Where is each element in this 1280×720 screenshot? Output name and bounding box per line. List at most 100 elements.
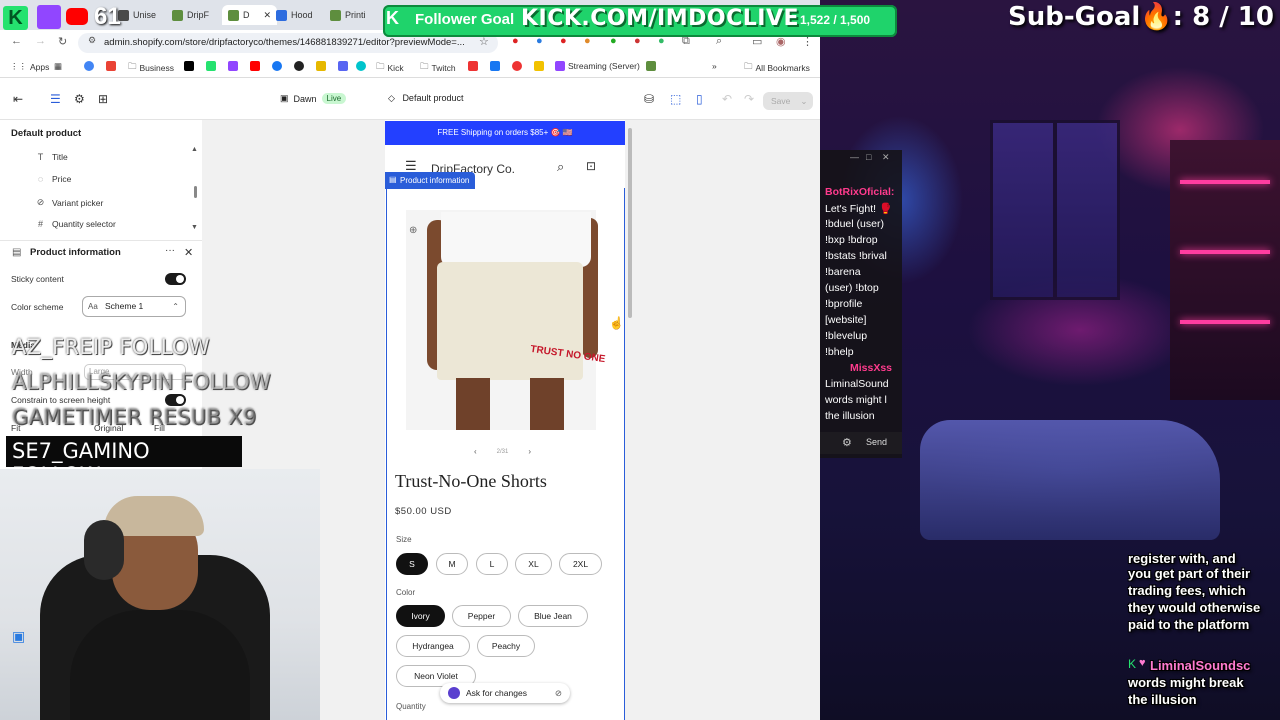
sections-icon[interactable]: ☰	[50, 92, 61, 106]
color-scheme-select[interactable]: Scheme 1	[82, 296, 186, 317]
bookmark-kick[interactable]	[206, 61, 216, 71]
undo-icon[interactable]: ↶	[722, 92, 732, 106]
browser-tab[interactable]: Unise	[118, 5, 156, 25]
block-title[interactable]: T Title	[36, 152, 68, 162]
price-tag-icon: ◌	[37, 174, 44, 184]
inspector-icon[interactable]: ⬚	[670, 92, 681, 106]
color-option-pepper[interactable]: Pepper	[452, 605, 511, 627]
color-option-blue-jean[interactable]: Blue Jean	[518, 605, 588, 627]
save-button[interactable]: Save ⌄	[763, 92, 813, 110]
theme-name[interactable]: ▣ Dawn Live	[280, 93, 347, 104]
bookmark-facebook[interactable]	[272, 61, 282, 71]
site-info-icon[interactable]: ⚙	[88, 35, 96, 46]
bookmark-discord[interactable]	[338, 61, 348, 71]
bookmark-folder-business[interactable]: 🗀 Business	[128, 61, 174, 75]
color-option-hydrangea[interactable]: Hydrangea	[396, 635, 470, 657]
browser-tab[interactable]: DripF	[172, 5, 209, 25]
bookmark-youtube[interactable]	[250, 61, 260, 71]
redo-icon[interactable]: ↷	[744, 92, 754, 106]
bookmark-threads[interactable]	[294, 61, 304, 71]
cart-icon[interactable]: ⊡	[586, 159, 596, 173]
folder-icon: 🗀	[376, 61, 385, 71]
scroll-down-icon[interactable]: ▼	[191, 224, 198, 231]
selected-section-label[interactable]: Product information	[385, 172, 476, 189]
bookmark-icon-b[interactable]	[490, 61, 500, 71]
bookmark-canva[interactable]	[356, 61, 366, 71]
mobile-preview-icon[interactable]: ▯	[696, 92, 703, 106]
announcement-bar[interactable]: FREE Shipping on orders $85+ 🎯 🇺🇸	[385, 121, 625, 145]
bookmark-icon-a[interactable]	[468, 61, 478, 71]
minimize-icon[interactable]: —	[850, 152, 859, 162]
block-quantity-selector[interactable]: # Quantity selector	[36, 219, 116, 229]
save-label: Save	[771, 96, 791, 106]
gear-icon[interactable]: ⚙	[842, 436, 852, 449]
x-icon	[184, 61, 194, 71]
database-icon[interactable]: ⛁	[644, 92, 654, 106]
size-option-xl[interactable]: XL	[515, 553, 552, 575]
reload-icon[interactable]: ↻	[58, 35, 67, 48]
bookmark-all[interactable]: 🗀 All Bookmarks	[744, 61, 810, 75]
bookmark-folder-twitch[interactable]: 🗀 Twitch	[420, 61, 456, 75]
ask-for-changes-button[interactable]: Ask for changes ⊘	[440, 683, 570, 703]
bookmark-gmail[interactable]	[106, 61, 116, 71]
block-variant-picker[interactable]: ⊘ Variant picker	[36, 197, 104, 208]
follow-alert: AZ_FREIP FOLLOW	[12, 335, 210, 359]
shopify-icon	[228, 9, 239, 21]
maximize-icon[interactable]: □	[866, 152, 871, 162]
search-icon[interactable]: ⌕	[557, 159, 564, 175]
preview-scrollbar[interactable]	[628, 128, 632, 318]
sticky-content-toggle[interactable]	[165, 273, 186, 285]
zoom-icon[interactable]: ⊕	[409, 225, 417, 236]
bookmark-apps[interactable]: ⋮⋮ Apps	[10, 61, 49, 72]
previous-image-icon[interactable]: ‹	[474, 447, 477, 456]
background-shelf	[1170, 140, 1280, 400]
close-icon[interactable]: ✕	[184, 246, 193, 259]
sidebar-scrollbar[interactable]	[194, 186, 197, 198]
browser-tab-active[interactable]: D ✕	[222, 5, 278, 25]
color-option-peachy[interactable]: Peachy	[477, 635, 535, 657]
theme-settings-icon[interactable]: ⚙	[74, 92, 85, 106]
tts-caption: they would otherwise	[1128, 600, 1261, 615]
size-option-2xl[interactable]: 2XL	[559, 553, 602, 575]
bookmark-twitch[interactable]	[228, 61, 238, 71]
block-label: Quantity selector	[52, 219, 116, 229]
follower-goal-progress: 1,522 / 1,500	[800, 13, 871, 27]
bookmark-icon-c[interactable]	[512, 61, 522, 71]
app-embeds-icon[interactable]: ⊞	[98, 92, 108, 106]
close-icon[interactable]: ✕	[882, 152, 890, 163]
next-image-icon[interactable]: ›	[528, 447, 531, 456]
bookmark-gemini[interactable]	[316, 61, 326, 71]
more-options-icon[interactable]: ···	[165, 245, 175, 256]
browser-tab[interactable]: Hood	[276, 5, 313, 25]
bookmark-google[interactable]	[84, 61, 94, 71]
forward-icon[interactable]: →	[35, 35, 46, 47]
canva-icon	[356, 61, 366, 71]
back-icon[interactable]: ←	[11, 35, 22, 47]
bookmark-label: Streaming (Server)	[568, 61, 640, 71]
exit-icon[interactable]: ⇤	[13, 92, 23, 106]
bookmark-folder-kick[interactable]: 🗀 Kick	[376, 61, 404, 75]
color-option-ivory[interactable]: Ivory	[396, 605, 445, 627]
chat-message: words might l	[825, 394, 887, 406]
chat-send-button[interactable]: Send	[866, 437, 887, 447]
size-option-m[interactable]: M	[436, 553, 468, 575]
chat-message: !barena	[825, 266, 861, 278]
bookmarks-overflow[interactable]: »	[712, 61, 717, 71]
size-option-l[interactable]: L	[476, 553, 508, 575]
size-option-s[interactable]: S	[396, 553, 428, 575]
close-tab-icon[interactable]: ✕	[264, 10, 272, 21]
bookmarks-bar: ⋮⋮ Apps ▦ 🗀 Business 🗀 Kick 🗀 Twitch Streami…	[0, 56, 820, 78]
browser-tab[interactable]: Printi	[330, 5, 366, 25]
bookmark-grid[interactable]: ▦	[54, 61, 62, 72]
chat-username: MissXss	[850, 362, 893, 374]
hide-icon[interactable]: ⊘	[555, 688, 562, 699]
bookmark-streaming-server[interactable]: Streaming (Server)	[555, 61, 640, 71]
bookmark-icon-e[interactable]	[646, 61, 656, 71]
chat-username: BotRixOficial:	[825, 186, 895, 198]
scroll-up-icon[interactable]: ▲	[191, 146, 198, 153]
chat-message: Let's Fight! 🥊	[825, 203, 893, 215]
template-selector[interactable]: ◇ Default product	[388, 93, 463, 104]
block-price[interactable]: ◌ Price	[36, 174, 72, 184]
bookmark-x[interactable]	[184, 61, 194, 71]
bookmark-icon-d[interactable]	[534, 61, 544, 71]
